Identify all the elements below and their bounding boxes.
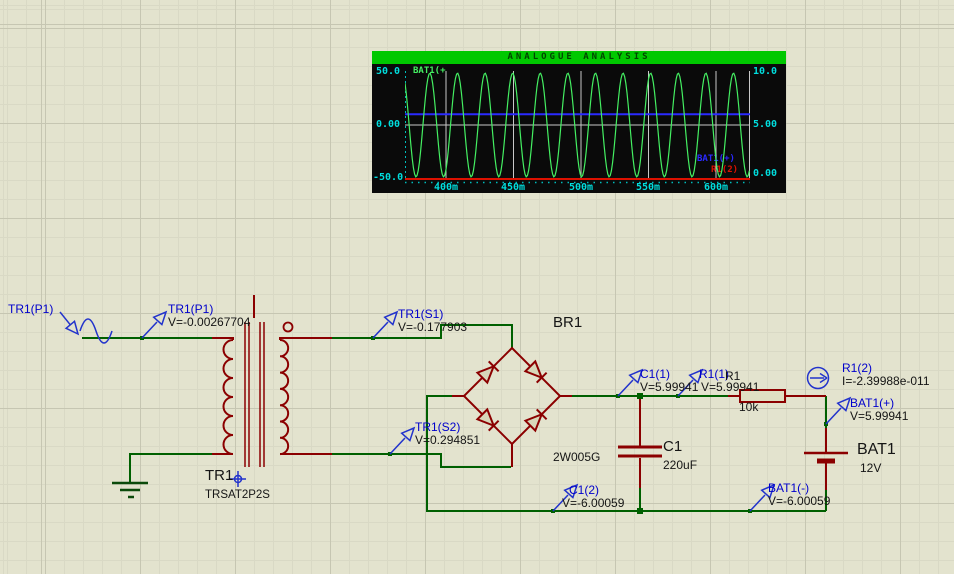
probe-tr1s1[interactable] <box>372 311 398 339</box>
wires[interactable] <box>82 324 827 512</box>
capacitor-value[interactable]: 220uF <box>663 459 697 472</box>
graph-gridlines <box>405 71 750 179</box>
junction-dots <box>140 336 828 514</box>
current-probe-r1-2[interactable] <box>806 366 830 390</box>
analysis-graph-window[interactable]: ANALOGUE ANALYSIS 50.0 0.00 -50.0 10.0 5… <box>372 51 786 193</box>
schematic-canvas[interactable]: TR1(P1) TR1(P1) V=-0.00267704 TR1(S1) V=… <box>0 0 954 574</box>
bridge-rectifier-br1[interactable] <box>462 346 562 446</box>
probe-r1-2-value: I=-2.39988e-011 <box>842 374 930 388</box>
probe-tr1s2[interactable] <box>389 427 415 455</box>
polarity-dot <box>282 321 294 333</box>
generator-label[interactable]: TR1(P1) <box>8 303 53 316</box>
wire-secondary-bottom <box>330 453 511 468</box>
probe-tr1p1[interactable] <box>141 311 167 339</box>
probe-c1-1[interactable] <box>617 369 643 397</box>
resistor-value[interactable]: 10k <box>739 401 758 414</box>
probe-c1-2-value: V=-6.00059 <box>562 496 625 510</box>
transformer-ref[interactable]: TR1 <box>205 468 233 484</box>
ground-symbol[interactable] <box>112 481 148 499</box>
graph-traces <box>405 71 750 184</box>
graph-plot-area: 50.0 0.00 -50.0 10.0 5.00 0.00 400m 450m… <box>372 64 786 193</box>
probe-bat1-pos[interactable] <box>825 397 851 425</box>
transformer-model[interactable]: TRSAT2P2S <box>205 489 270 501</box>
left-tick-top: 50.0 <box>376 66 401 77</box>
right-tick-bottom: 0.00 <box>753 168 778 179</box>
bridge-ref[interactable]: BR1 <box>553 315 582 331</box>
probe-tr1s1-value: V=-0.177903 <box>398 320 468 334</box>
right-tick-top: 10.0 <box>753 66 778 77</box>
graph-title-bar[interactable]: ANALOGUE ANALYSIS <box>372 51 786 64</box>
probe-bat1-pos-value: V=5.99941 <box>850 409 909 423</box>
probe-bat1-neg-value: V=-6.00059 <box>768 494 831 508</box>
left-tick-bottom: -50.0 <box>373 172 404 183</box>
battery-bat1[interactable] <box>804 451 848 464</box>
primary-coil <box>222 339 234 455</box>
right-tick-mid: 5.00 <box>753 119 778 130</box>
sine-glyph <box>79 318 113 344</box>
battery-ref[interactable]: BAT1 <box>857 441 896 458</box>
core-lines <box>244 322 265 467</box>
wire-primary-bottom-to-ground <box>129 453 214 483</box>
battery-value[interactable]: 12V <box>860 462 881 475</box>
left-tick-mid: 0.00 <box>376 119 401 130</box>
transformer-tr1[interactable] <box>222 321 294 467</box>
bridge-model[interactable]: 2W005G <box>553 451 600 464</box>
probe-c1-1-value: V=5.99941 <box>640 380 699 394</box>
bridge-diamond <box>462 346 562 446</box>
secondary-coil <box>279 339 290 456</box>
capacitor-c1[interactable] <box>618 445 662 458</box>
capacitor-ref[interactable]: C1 <box>663 439 682 455</box>
probe-tr1p1-value: V=-0.00267704 <box>168 315 251 329</box>
probe-tr1s2-value: V=0.294851 <box>415 433 481 447</box>
probe-r1-1-value: V=5.99941 <box>701 380 760 394</box>
